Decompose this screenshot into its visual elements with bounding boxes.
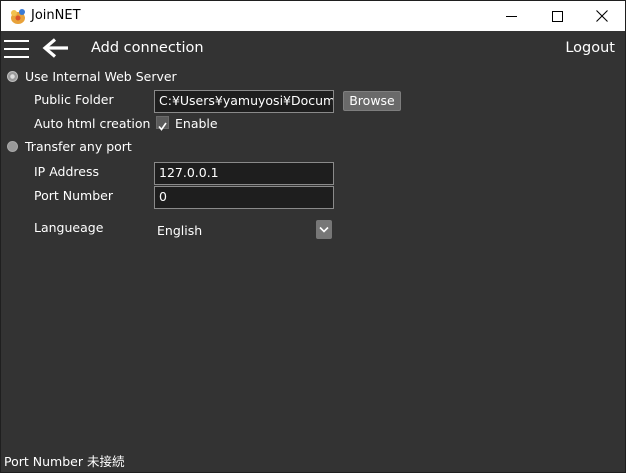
minimize-icon: [505, 15, 517, 17]
app-window: JoinNET Add connection Logout Use Intern…: [0, 0, 626, 473]
ip-address-label: IP Address: [34, 164, 99, 179]
page-title: Add connection: [91, 40, 204, 56]
minimize-button[interactable]: [488, 1, 534, 31]
transfer-port-radio[interactable]: [7, 141, 18, 152]
chevron-down-icon: [319, 226, 329, 233]
close-button[interactable]: [579, 1, 625, 31]
public-folder-label: Public Folder: [34, 92, 114, 107]
window-title: JoinNET: [31, 8, 81, 23]
public-folder-input[interactable]: C:¥Users¥yamuyosi¥Documen: [154, 90, 334, 113]
auto-html-checkbox[interactable]: [156, 116, 169, 131]
transfer-port-label[interactable]: Transfer any port: [25, 139, 132, 154]
hamburger-menu-icon[interactable]: [4, 38, 30, 60]
port-number-input[interactable]: 0: [154, 186, 334, 209]
maximize-icon: [551, 10, 563, 22]
maximize-button[interactable]: [534, 1, 580, 31]
browse-button[interactable]: Browse: [343, 91, 401, 111]
language-select[interactable]: English: [157, 223, 202, 238]
close-icon: [596, 10, 608, 22]
logout-link[interactable]: Logout: [565, 39, 615, 57]
joinnet-logo-icon: [9, 7, 27, 25]
language-label: Langueage: [34, 220, 104, 235]
status-text: Port Number 未接続: [4, 454, 125, 469]
back-arrow-icon[interactable]: [42, 38, 70, 58]
port-number-label: Port Number: [34, 188, 113, 203]
language-dropdown-button[interactable]: [316, 220, 332, 239]
title-bar: JoinNET: [1, 1, 625, 31]
auto-html-enable-label[interactable]: Enable: [175, 116, 218, 131]
ip-address-input[interactable]: 127.0.0.1: [154, 162, 334, 185]
checkmark-icon: [158, 122, 167, 131]
internal-server-label[interactable]: Use Internal Web Server: [25, 69, 177, 84]
internal-server-radio[interactable]: [7, 71, 18, 82]
auto-html-label: Auto html creation: [34, 116, 151, 131]
app-toolbar: Add connection Logout: [1, 31, 625, 65]
